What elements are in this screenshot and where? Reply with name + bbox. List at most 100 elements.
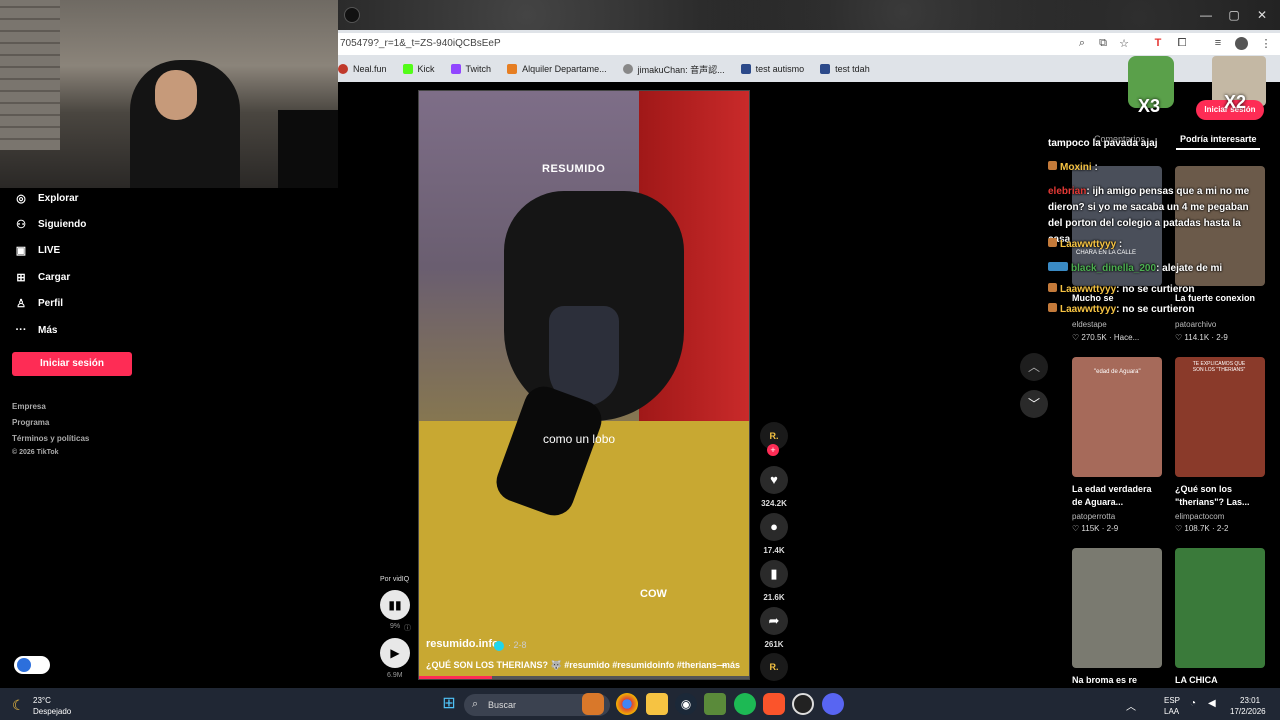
chat-username: Laawwttyyy [1060,304,1117,315]
emote-multiplier-x3: X3 [1138,96,1161,116]
zoom-icon[interactable]: ⌕ [1074,37,1090,50]
extension-tp-icon[interactable]: T [1150,37,1166,49]
weather-temp[interactable]: 23°C [33,696,51,705]
webcam-face [155,70,197,120]
comment-button[interactable]: ● [760,513,788,541]
test-tdah-icon [820,64,831,74]
card-author[interactable]: patoarchivo [1175,320,1216,329]
extensions-icon[interactable]: ⧠ [1174,37,1190,50]
bookmark-alquiler[interactable]: Alquiler Departame... [507,64,607,74]
search-highlight-icon[interactable] [582,693,604,715]
volume-icon[interactable]: ◀ [1208,698,1216,709]
previous-video-button[interactable]: ︿ [1020,353,1048,381]
close-window-button[interactable]: ✕ [1248,8,1276,22]
card-author[interactable]: patoperrotta [1072,512,1115,521]
save-count: 21.6K [763,593,785,602]
minecraft-icon[interactable] [704,693,726,715]
thumbnail-caption: "edad de Aguara" [1094,369,1141,375]
sidebar-item-live[interactable]: ▣ LIVE [14,244,60,257]
comment-icon: ● [770,519,778,534]
tray-chevron-icon[interactable]: ︿ [1126,698,1136,713]
install-app-icon[interactable]: ⧉ [1095,37,1111,50]
card-author[interactable]: elimpactocom [1175,512,1224,521]
chrome-icon[interactable] [616,693,638,715]
brave-icon[interactable] [763,693,785,715]
vidiq-stats-button[interactable]: ▮▮ [380,590,410,620]
sidebar-item-cargar[interactable]: ⊞ Cargar [14,271,70,284]
browser-menu-icon[interactable]: ⋮ [1258,37,1274,50]
chat-text: : alejate de mi [1156,263,1223,274]
save-button[interactable]: ▮ [760,560,788,588]
browser-logo-icon [344,7,360,23]
bookmark-test-autismo[interactable]: test autismo [740,64,804,74]
card-likes: 114.1K [1184,333,1210,342]
steam-icon[interactable]: ◉ [675,693,697,715]
sidebar-item-siguiendo[interactable]: ⚇ Siguiendo [14,218,86,231]
weather-moon-icon[interactable]: ☾ [12,697,25,714]
info-icon[interactable]: ⓘ [404,623,411,633]
sidebar-item-perfil[interactable]: ♙ Perfil [14,297,63,310]
sound-avatar[interactable]: R. [760,653,788,681]
toggle-icon [17,658,31,672]
twitch-icon [450,64,461,74]
upload-icon: ⊞ [16,272,26,284]
sidebar-item-mas[interactable]: ··· Más [14,324,58,336]
bookmark-neal-fun[interactable]: Neal.fun [338,64,387,74]
clock-time[interactable]: 23:01 [1240,696,1260,705]
login-button[interactable]: Iniciar sesión [12,352,132,376]
card-title[interactable]: LA CHICA [1175,674,1267,687]
sidebar-item-explorar[interactable]: ◎ Explorar [14,192,79,205]
chat-username: elebrian [1048,186,1087,197]
card-title[interactable]: Na broma es re [1072,674,1164,687]
floating-toggle[interactable] [14,656,50,674]
next-video-button[interactable]: ﹀ [1020,390,1048,418]
discord-icon[interactable] [822,693,844,715]
wifi-icon[interactable]: ◔ [1190,698,1196,709]
video-card-thumbnail[interactable]: "edad de Aguara" [1072,357,1162,477]
bookmark-jimakuchan[interactable]: jimakuChan: 音声認... [622,63,725,76]
start-windows-icon[interactable]: ⊞ [438,693,460,715]
footer-link-terminos[interactable]: Términos y políticas [12,434,89,443]
card-date: · 2-9 [1211,333,1228,342]
share-button[interactable]: ➦ [760,607,788,635]
chat-message: tampoco la pavada ajaj [1048,138,1198,149]
language-indicator[interactable]: ESP [1164,696,1180,705]
play-button[interactable]: ▶ [380,638,410,668]
card-author[interactable]: eldestape [1072,320,1107,329]
card-title[interactable]: ¿Qué son los "therians"? Las... [1175,483,1267,509]
follow-plus-icon[interactable]: + [767,444,779,456]
weather-desc[interactable]: Despejado [33,707,71,716]
video-more-link[interactable]: más [722,660,740,670]
sidebar-item-label: Explorar [38,193,79,204]
bookmark-star-icon[interactable]: ☆ [1116,37,1132,50]
profile-avatar[interactable] [1235,37,1248,50]
video-author[interactable]: resumido.info [426,638,499,650]
maximize-button[interactable]: ▢ [1220,8,1248,22]
file-explorer-icon[interactable] [646,693,668,715]
card-title[interactable]: La edad verdadera de Aguara... [1072,483,1164,509]
chat-message: Moxini : [1048,161,1098,173]
footer-link-programa[interactable]: Programa [12,418,49,427]
bookmark-test-tdah[interactable]: test tdah [820,64,870,74]
clock-date[interactable]: 17/2/2026 [1230,707,1266,716]
bookmark-kick[interactable]: Kick [402,64,435,74]
video-card-thumbnail[interactable] [1072,548,1162,668]
address-bar[interactable]: 705479?_r=1&_t=ZS-940iQCBsEeP [338,33,1280,55]
video-card-thumbnail[interactable]: TE EXPLICAMOS QUE SON LOS "THERIANS" [1175,357,1265,477]
video-player[interactable] [418,90,750,680]
language-indicator-sub[interactable]: LAA [1164,707,1179,716]
video-card-thumbnail[interactable] [1175,548,1265,668]
tab-strip [338,0,1280,30]
video-progress-track[interactable] [419,676,749,679]
chat-message: Laawwttyyy: no se curtieron [1048,283,1195,295]
minimize-button[interactable]: — [1192,8,1220,22]
like-button[interactable]: ♥ [760,466,788,494]
bookmark-twitch[interactable]: Twitch [450,64,491,74]
footer-link-empresa[interactable]: Empresa [12,402,46,411]
spotify-icon[interactable] [734,693,756,715]
obs-icon[interactable] [792,693,814,715]
chat-text: tampoco la pavada ajaj [1048,138,1158,149]
tab-search-icon[interactable]: ≡ [1210,37,1226,49]
card-stats: ♡ 115K · 2-9 [1072,524,1119,533]
chat-text: : no se curtieron [1116,284,1195,295]
